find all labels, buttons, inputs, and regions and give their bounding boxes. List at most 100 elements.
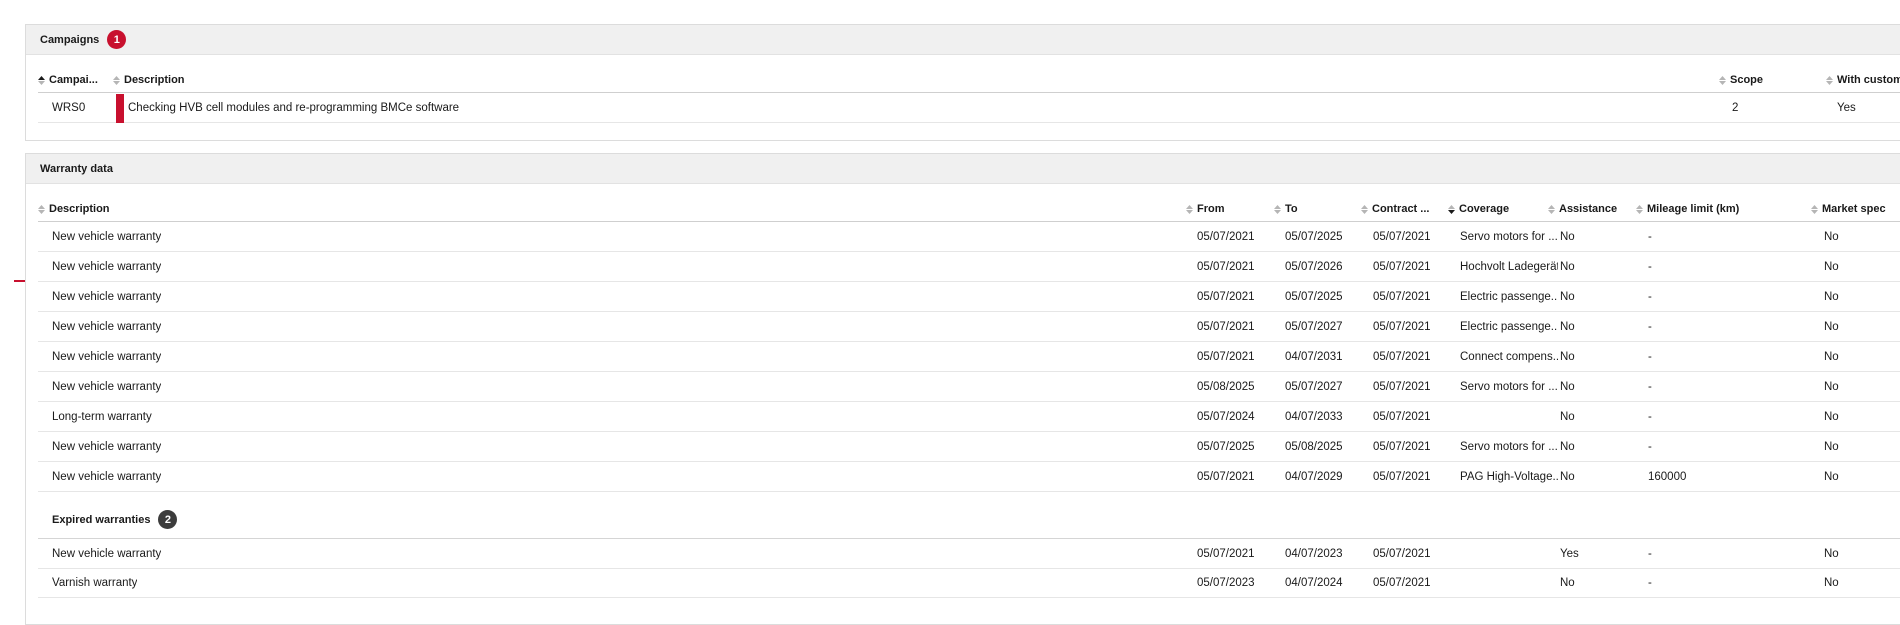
warranty-from: 05/07/2025 [1197,440,1255,453]
warranty-description: New vehicle warranty [52,290,162,303]
warranty-market: No [1824,440,1839,453]
warranty-contract: 05/07/2021 [1373,290,1431,303]
warranty-to: 05/08/2025 [1285,440,1343,453]
warranty-from: 05/07/2024 [1197,410,1255,423]
warranty-contract: 05/07/2021 [1373,470,1431,483]
column-header-mileage-limit[interactable]: Mileage limit (km) [1636,203,1739,215]
warranty-from: 05/07/2021 [1197,350,1255,363]
warranty-market: No [1824,380,1839,393]
table-row[interactable]: New vehicle warranty 05/07/2021 05/07/20… [38,252,1900,282]
campaigns-panel: Campaigns 1 Campai... Description Scope … [25,24,1900,141]
sort-arrows-icon [1361,204,1368,214]
campaign-status-marker [116,94,124,123]
column-header-to[interactable]: To [1274,203,1298,215]
warranty-coverage: Connect compens... [1460,350,1558,363]
warranty-contract: 05/07/2021 [1373,380,1431,393]
campaigns-title: Campaigns [40,33,100,46]
column-header-coverage[interactable]: Coverage [1448,203,1509,215]
warranty-assistance: No [1560,260,1575,273]
warranty-from: 05/07/2021 [1197,230,1255,243]
warranty-from: 05/07/2021 [1197,320,1255,333]
column-header-with-customer-letter[interactable]: With customer let [1826,74,1900,86]
warranty-mileage: - [1648,576,1652,589]
warranty-market: No [1824,410,1839,423]
warranty-market: No [1824,547,1839,560]
sort-arrows-icon [1811,204,1818,214]
table-row[interactable]: New vehicle warranty 05/07/2021 05/07/20… [38,282,1900,312]
column-header-contract[interactable]: Contract ... [1361,203,1429,215]
warranty-to: 05/07/2026 [1285,260,1343,273]
warranty-contract: 05/07/2021 [1373,230,1431,243]
warranty-mileage: - [1648,410,1652,423]
warranty-description: New vehicle warranty [52,440,162,453]
warranty-contract: 05/07/2021 [1373,576,1431,589]
column-header-description[interactable]: Description [113,74,185,86]
warranty-from: 05/07/2021 [1197,470,1255,483]
table-row[interactable]: New vehicle warranty 05/07/2021 05/07/20… [38,312,1900,342]
warranty-assistance: No [1560,410,1575,423]
warranty-assistance: No [1560,440,1575,453]
warranty-contract: 05/07/2021 [1373,320,1431,333]
expired-count-badge: 2 [158,510,178,529]
column-header-market-spec[interactable]: Market spec [1811,203,1886,215]
warranty-description: New vehicle warranty [52,350,162,363]
warranty-to: 05/07/2027 [1285,320,1343,333]
warranty-column-header-row: Description From To Contract ... Coverag… [38,197,1900,222]
warranty-to: 05/07/2027 [1285,380,1343,393]
warranty-mileage: - [1648,230,1652,243]
warranty-market: No [1824,576,1839,589]
warranty-contract: 05/07/2021 [1373,260,1431,273]
sort-desc-icon [1448,204,1455,214]
warranty-description: New vehicle warranty [52,230,162,243]
table-row[interactable]: Varnish warranty 05/07/2023 04/07/2024 0… [38,568,1900,598]
warranty-assistance: No [1560,290,1575,303]
warranty-description: Varnish warranty [52,576,138,589]
campaigns-header: Campaigns 1 [26,25,1900,55]
sort-arrows-icon [1548,204,1555,214]
warranty-description: New vehicle warranty [52,380,162,393]
warranty-from: 05/07/2021 [1197,260,1255,273]
warranty-to: 04/07/2033 [1285,410,1343,423]
warranty-to: 04/07/2031 [1285,350,1343,363]
table-row[interactable]: Long-term warranty 05/07/2024 04/07/2033… [38,402,1900,432]
table-row[interactable]: WRS0 Checking HVB cell modules and re-pr… [38,93,1900,123]
warranty-assistance: No [1560,380,1575,393]
table-row[interactable]: New vehicle warranty 05/07/2025 05/08/20… [38,432,1900,462]
warranty-contract: 05/07/2021 [1373,350,1431,363]
warranty-mileage: - [1648,547,1652,560]
warranty-to: 04/07/2029 [1285,470,1343,483]
campaign-scope: 2 [1732,101,1739,114]
warranty-mileage: - [1648,440,1652,453]
warranty-mileage: - [1648,290,1652,303]
table-row[interactable]: New vehicle warranty 05/07/2021 04/07/20… [38,462,1900,492]
sort-arrows-icon [1274,204,1281,214]
warranty-description: New vehicle warranty [52,470,162,483]
warranty-description: New vehicle warranty [52,260,162,273]
warranty-to: 04/07/2023 [1285,547,1343,560]
warranty-title: Warranty data [40,162,113,175]
column-header-campaign[interactable]: Campai... [38,74,98,86]
warranty-market: No [1824,260,1839,273]
campaign-with-letter: Yes [1837,101,1856,114]
warranty-contract: 05/07/2021 [1373,547,1431,560]
table-row[interactable]: New vehicle warranty 05/07/2021 04/07/20… [38,342,1900,372]
warranty-description: New vehicle warranty [52,547,162,560]
column-header-description[interactable]: Description [38,203,110,215]
warranty-assistance: No [1560,576,1575,589]
column-header-scope[interactable]: Scope [1719,74,1763,86]
campaigns-column-header-row: Campai... Description Scope With custome… [38,68,1900,93]
warranty-to: 05/07/2025 [1285,230,1343,243]
warranty-coverage: PAG High-Voltage... [1460,470,1558,483]
campaign-id: WRS0 [52,101,86,114]
warranty-coverage: Servo motors for ... [1460,380,1558,393]
table-row[interactable]: New vehicle warranty 05/08/2025 05/07/20… [38,372,1900,402]
column-header-from[interactable]: From [1186,203,1225,215]
warranty-coverage: Servo motors for ... [1460,230,1558,243]
warranty-coverage [1460,402,1558,431]
warranty-header: Warranty data [26,154,1900,184]
column-header-assistance[interactable]: Assistance [1548,203,1617,215]
expired-warranties-header: Expired warranties 2 [52,510,178,529]
warranty-market: No [1824,470,1839,483]
table-row[interactable]: New vehicle warranty 05/07/2021 04/07/20… [38,539,1900,569]
table-row[interactable]: New vehicle warranty 05/07/2021 05/07/20… [38,222,1900,252]
